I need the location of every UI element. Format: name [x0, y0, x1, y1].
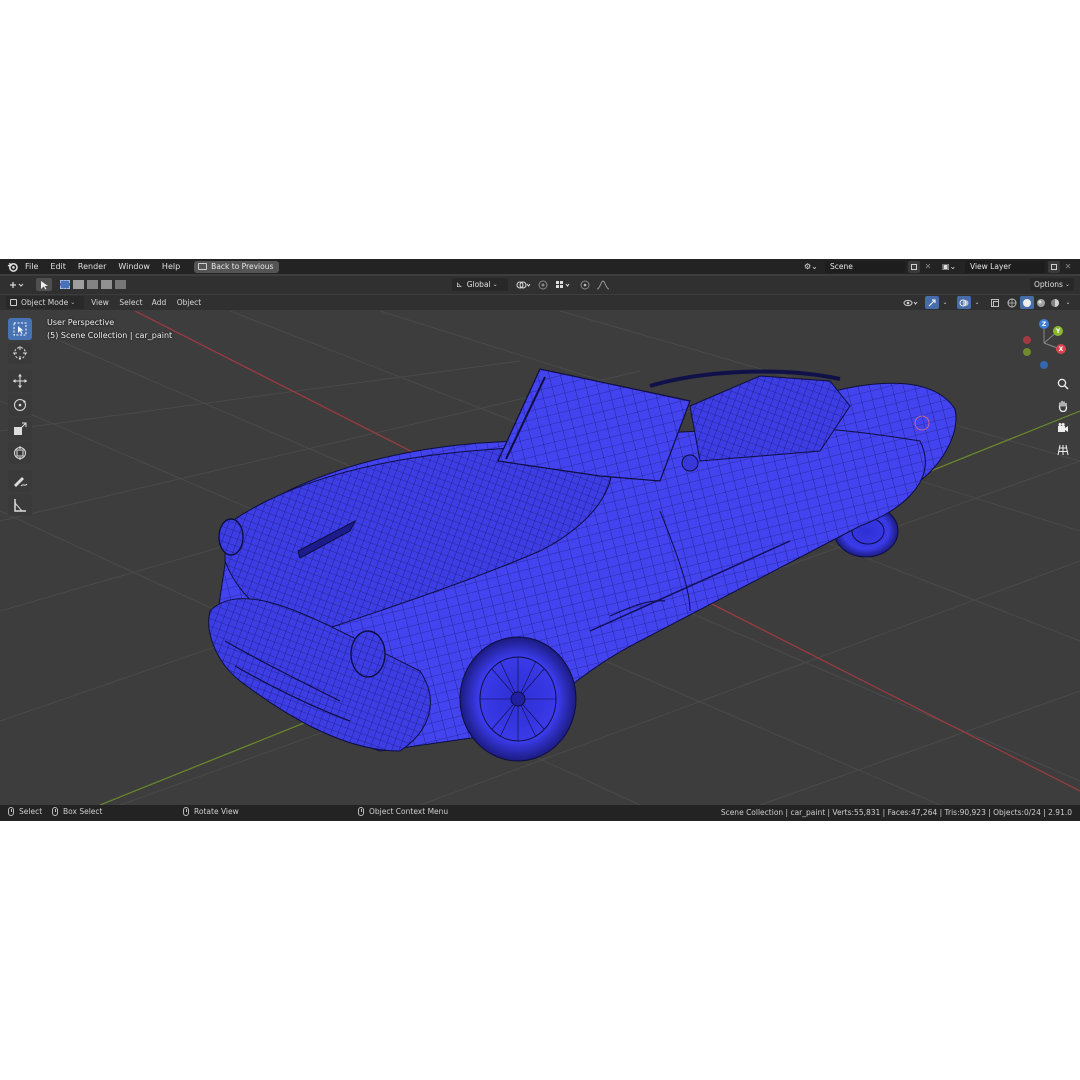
intersect-selection-icon[interactable]	[115, 280, 126, 289]
navigation-gizmo[interactable]: Z Y X	[1020, 319, 1072, 371]
scene-field[interactable]: Scene	[825, 260, 905, 273]
options-label: Options	[1034, 280, 1063, 289]
add-menu[interactable]: Add	[148, 296, 170, 309]
annotate-icon[interactable]	[8, 470, 32, 492]
new-selection-icon[interactable]	[60, 280, 70, 289]
status-select-label: Select	[19, 807, 43, 816]
pan-hand-icon[interactable]	[1054, 397, 1072, 415]
pivot-point-icon[interactable]	[512, 278, 534, 291]
3d-viewport[interactable]: User Perspective (5) Scene Collection | …	[0, 311, 1080, 805]
status-context: Object Context Menu	[358, 807, 448, 816]
object-mode-dropdown[interactable]: Object Mode ⌄	[6, 296, 84, 309]
status-select: Select	[8, 807, 42, 816]
menu-file[interactable]: File	[19, 259, 44, 274]
transform-orientation-dropdown[interactable]: ⊾ Global ⌄	[452, 278, 508, 291]
grid-icon[interactable]	[1054, 441, 1072, 459]
view-menu[interactable]: View	[88, 296, 112, 309]
solid-shading-icon[interactable]	[1020, 296, 1034, 309]
options-dropdown[interactable]: Options ⌄	[1030, 278, 1074, 291]
snap-element-icon[interactable]	[552, 278, 574, 291]
select-tool-icon[interactable]	[36, 278, 52, 291]
menu-help[interactable]: Help	[156, 259, 186, 274]
delete-scene-icon[interactable]: ✕	[923, 261, 933, 273]
gizmo-y-axis[interactable]: Y	[1053, 326, 1063, 336]
scene-icon[interactable]: ⚙⌄	[804, 262, 822, 271]
rotate-icon[interactable]	[8, 394, 32, 416]
view-layer-icon[interactable]: ▣⌄	[942, 262, 962, 271]
visibility-icon[interactable]	[900, 296, 922, 309]
scale-icon[interactable]	[8, 418, 32, 440]
menu-edit[interactable]: Edit	[44, 259, 72, 274]
drag-mouse-icon	[52, 807, 58, 816]
viewport-collection-label: (5) Scene Collection | car_paint	[47, 331, 173, 340]
subtract-selection-icon[interactable]	[87, 280, 98, 289]
falloff-icon[interactable]	[594, 278, 612, 291]
gizmo-dropdown-icon[interactable]: ⌄	[941, 296, 949, 309]
scene-statistics: Scene Collection | car_paint | Verts:55,…	[720, 808, 1072, 817]
orientation-label: Global	[466, 280, 491, 289]
top-menu-bar: File Edit Render Window Help Back to Pre…	[0, 259, 1080, 274]
middle-mouse-icon	[183, 807, 189, 816]
select-box-icon[interactable]	[8, 318, 32, 340]
object-menu[interactable]: Object	[172, 296, 206, 309]
wireframe-shading-icon[interactable]	[1005, 296, 1019, 309]
blender-logo-icon[interactable]	[5, 260, 19, 274]
gizmo-z-axis[interactable]: Z	[1039, 319, 1049, 329]
select-menu[interactable]: Select	[116, 296, 146, 309]
menu-window[interactable]: Window	[112, 259, 156, 274]
status-context-label: Object Context Menu	[369, 807, 449, 816]
viewport-header: Object Mode ⌄ View Select Add Object ⌄ ⌄	[0, 295, 1080, 310]
view-layer-selector: ▣⌄ View Layer ✕	[942, 260, 1073, 273]
orientation-icon: ⊾	[456, 280, 463, 289]
material-shading-icon[interactable]	[1034, 296, 1048, 309]
right-mouse-icon	[358, 807, 364, 816]
measure-icon[interactable]	[8, 494, 32, 516]
status-rotate-label: Rotate View	[194, 807, 239, 816]
transform-icon[interactable]	[8, 442, 32, 464]
selection-mode-icons[interactable]	[60, 278, 130, 291]
scene-selector: ⚙⌄ Scene ✕	[804, 260, 933, 273]
new-view-layer-icon[interactable]	[1048, 260, 1060, 273]
tool-header: ⊾ Global ⌄ Options ⌄	[0, 276, 1080, 294]
rendered-shading-icon[interactable]	[1048, 296, 1062, 309]
gizmo-toggle-icon[interactable]	[925, 296, 939, 309]
viewport-scene	[0, 311, 1080, 805]
proportional-edit-icon[interactable]	[578, 278, 592, 291]
overlays-dropdown-icon[interactable]: ⌄	[973, 296, 981, 309]
extend-selection-icon[interactable]	[73, 280, 84, 289]
editor-type-icon[interactable]	[6, 278, 28, 291]
new-scene-icon[interactable]	[908, 260, 920, 273]
left-mouse-icon	[8, 807, 14, 816]
car-wireframe-mesh	[208, 368, 957, 762]
menu-render[interactable]: Render	[72, 259, 112, 274]
snap-toggle-icon[interactable]	[536, 278, 550, 291]
gizmo-neg-x-axis[interactable]	[1023, 336, 1031, 344]
gizmo-neg-z-axis[interactable]	[1040, 361, 1048, 369]
status-box-select-label: Box Select	[63, 807, 103, 816]
cursor-icon[interactable]	[8, 342, 32, 364]
delete-view-layer-icon[interactable]: ✕	[1063, 261, 1073, 273]
object-mode-icon	[10, 299, 17, 306]
overlays-toggle-icon[interactable]	[957, 296, 971, 309]
object-mode-label: Object Mode	[21, 298, 69, 307]
gizmo-neg-y-axis[interactable]	[1023, 348, 1031, 356]
invert-selection-icon[interactable]	[101, 280, 112, 289]
zoom-icon[interactable]	[1054, 375, 1072, 393]
viewport-perspective-label: User Perspective	[47, 318, 115, 327]
status-box-select: Box Select	[52, 807, 102, 816]
back-to-previous-button[interactable]: Back to Previous	[194, 260, 280, 273]
move-icon[interactable]	[8, 370, 32, 392]
view-layer-field[interactable]: View Layer	[965, 260, 1045, 273]
screen-icon	[198, 263, 208, 270]
status-bar: Select Box Select Rotate View Object Con…	[0, 805, 1080, 821]
back-to-previous-label: Back to Previous	[211, 261, 274, 271]
status-rotate: Rotate View	[183, 807, 239, 816]
blender-window: File Edit Render Window Help Back to Pre…	[0, 259, 1080, 821]
camera-icon[interactable]	[1054, 419, 1072, 437]
xray-toggle-icon[interactable]	[988, 296, 1002, 309]
shading-dropdown-icon[interactable]: ⌄	[1063, 296, 1073, 309]
gizmo-x-axis[interactable]: X	[1056, 344, 1066, 354]
